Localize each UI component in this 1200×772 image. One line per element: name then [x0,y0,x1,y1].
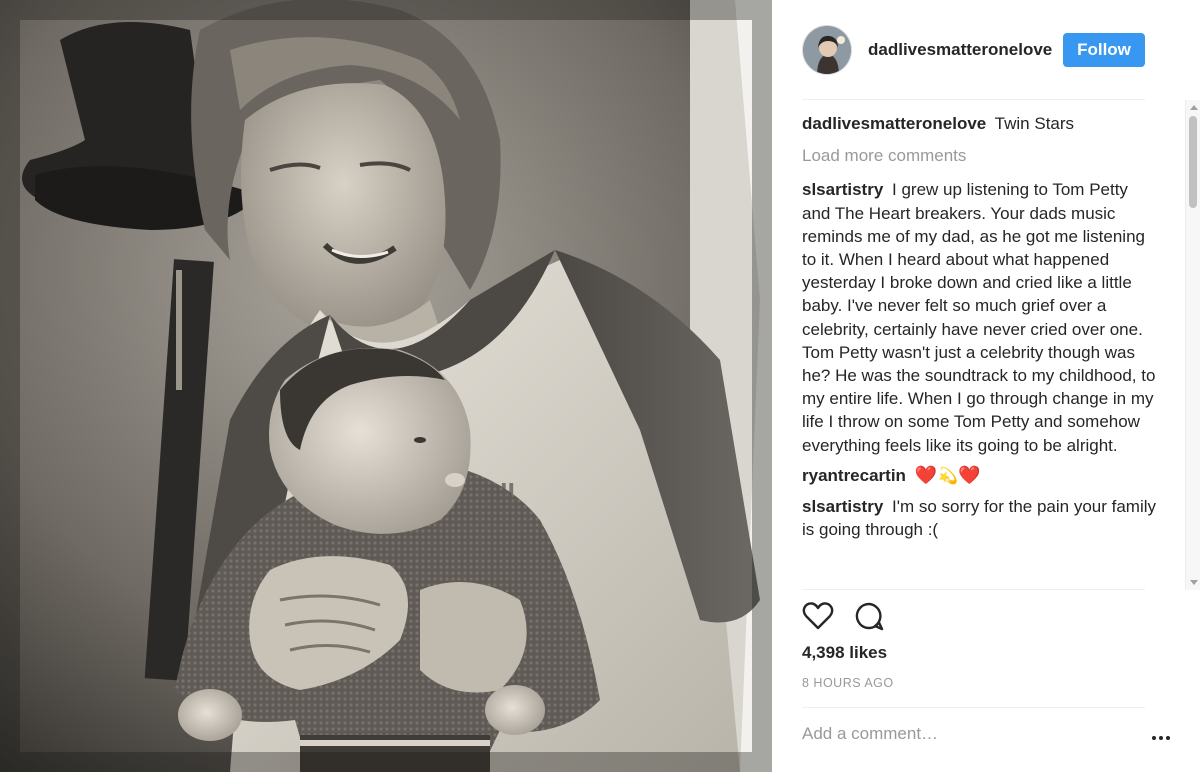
list-item: ryantrecartin ❤️💫❤️ [802,464,1156,488]
comments-scrollbar[interactable] [1185,100,1200,590]
likes-count[interactable]: 4,398 likes [802,643,887,663]
scroll-down-icon[interactable] [1190,580,1198,585]
comment-username[interactable]: slsartistry [802,497,883,516]
caption-username[interactable]: dadlivesmatteronelove [802,114,986,133]
comments-list[interactable]: dadlivesmatteronelove Twin Stars Load mo… [802,112,1156,588]
dot [1152,736,1156,740]
vintage-photo-image: 8 ll [0,0,772,772]
comment-username[interactable]: slsartistry [802,180,883,199]
header-divider [802,99,1145,100]
list-item: slsartistry I'm so sorry for the pain yo… [802,495,1156,541]
dot [1166,736,1170,740]
header-username[interactable]: dadlivesmatteronelove [868,40,1063,60]
post-timestamp: 8 HOURS AGO [802,676,894,690]
post-sidebar: dadlivesmatteronelove Follow dadlivesmat… [772,0,1200,772]
caption: dadlivesmatteronelove Twin Stars [802,112,1156,135]
action-bar [802,598,884,634]
scroll-thumb[interactable] [1189,116,1197,208]
list-item: slsartistry I grew up listening to Tom P… [802,178,1156,456]
avatar-image [803,26,851,74]
post-photo[interactable]: 8 ll [0,0,772,772]
follow-button[interactable]: Follow [1063,33,1145,67]
comments-divider [802,589,1145,590]
more-options-icon[interactable] [1152,734,1172,742]
heart-outline-icon[interactable] [802,601,834,631]
post-header: dadlivesmatteronelove Follow [802,22,1145,78]
heart-emoji-icon: ❤️ [914,464,939,485]
comment-bubble-icon[interactable] [854,601,884,631]
add-comment-input[interactable] [802,724,1102,744]
caption-text: Twin Stars [994,114,1075,133]
sparkle-emoji-icon: 💫 [938,467,959,485]
dot [1159,736,1163,740]
footer-divider [802,707,1145,708]
comment-username[interactable]: ryantrecartin [802,466,906,485]
load-more-comments-link[interactable]: Load more comments [802,144,1156,167]
avatar[interactable] [802,25,852,75]
comment-text: I grew up listening to Tom Petty and The… [802,180,1156,455]
heart-emoji-icon: ❤️ [958,464,982,485]
scroll-up-icon[interactable] [1190,105,1198,110]
